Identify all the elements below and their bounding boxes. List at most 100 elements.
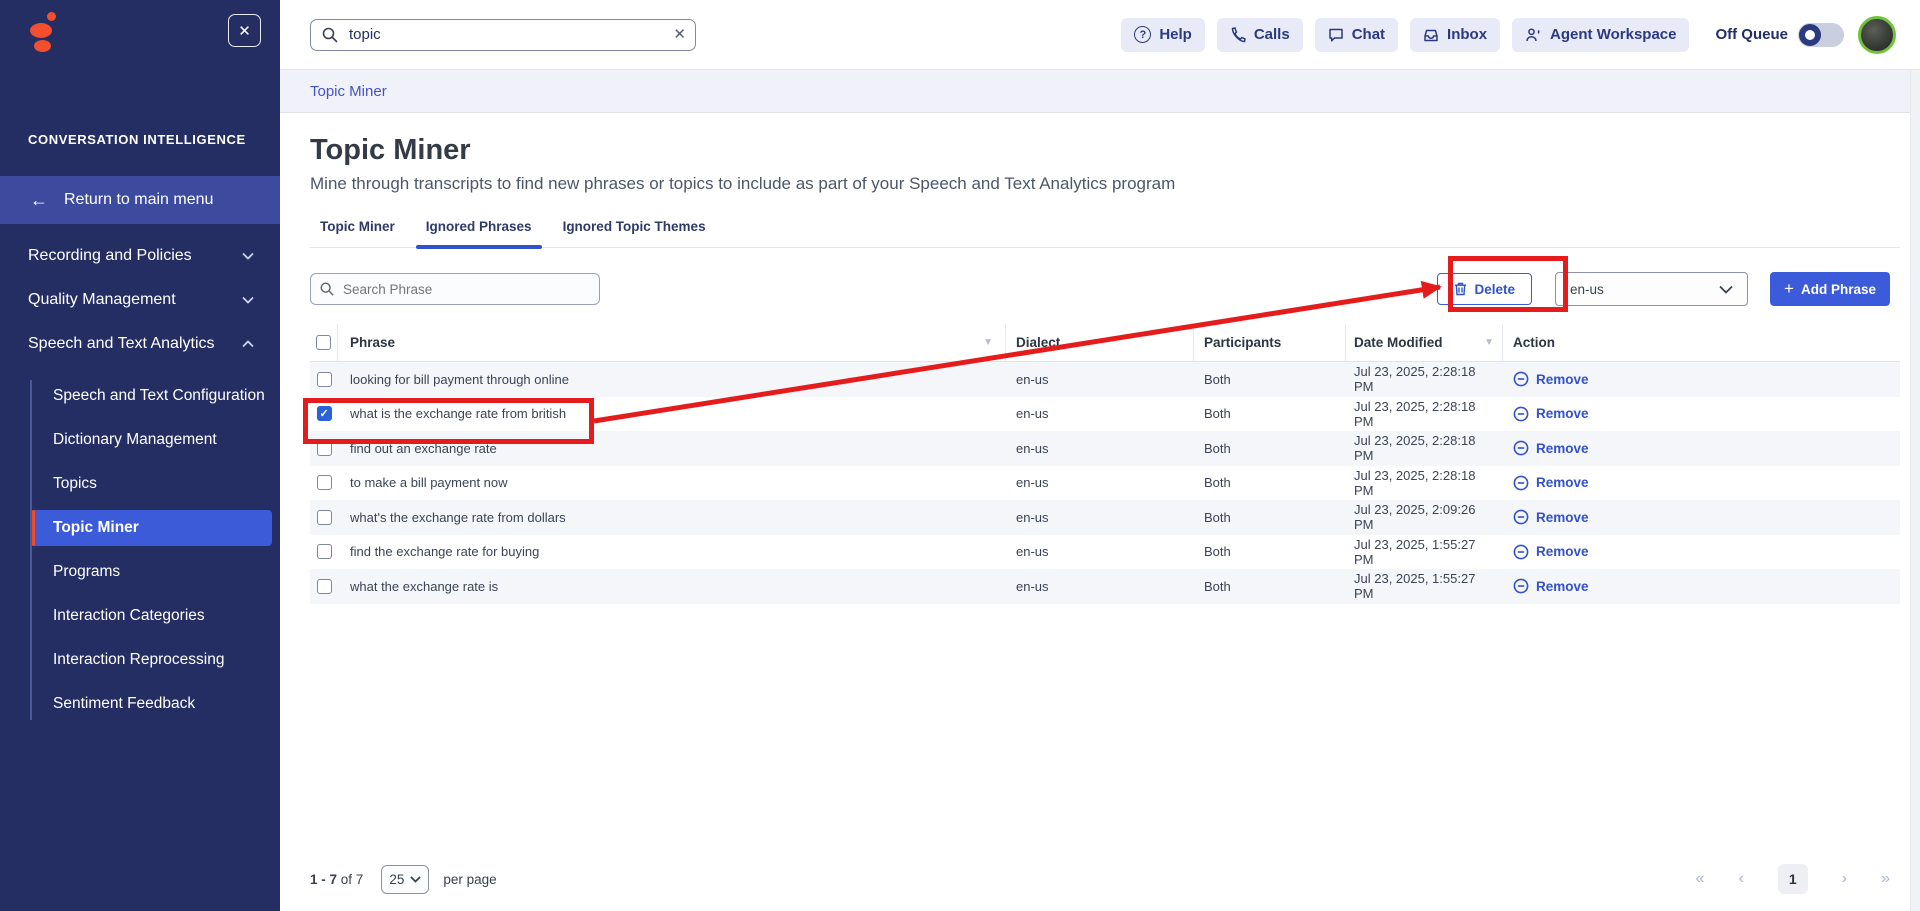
remove-button[interactable]: Remove — [1513, 371, 1890, 387]
sidebar-item-recording-and-policies[interactable]: Recording and Policies — [0, 234, 280, 278]
last-page-button[interactable]: » — [1881, 870, 1890, 888]
scrollbar-track[interactable] — [1910, 70, 1920, 911]
participants-cell: Both — [1194, 579, 1346, 594]
column-header-dialect[interactable]: Dialect — [1006, 324, 1194, 361]
remove-button[interactable]: Remove — [1513, 578, 1890, 594]
tab-ignored-phrases[interactable]: Ignored Phrases — [416, 219, 542, 247]
back-arrow-icon: ← — [30, 190, 48, 211]
remove-button[interactable]: Remove — [1513, 544, 1890, 560]
return-to-main-menu[interactable]: ← Return to main menu — [0, 176, 280, 224]
participants-cell: Both — [1194, 475, 1346, 490]
column-header-participants[interactable]: Participants — [1194, 324, 1346, 361]
sidebar-item-topic-miner[interactable]: Topic Miner — [0, 506, 280, 550]
chevron-down-icon — [410, 876, 421, 883]
breadcrumb: Topic Miner — [280, 70, 1920, 113]
search-icon — [321, 26, 339, 44]
chevron-down-icon — [242, 296, 254, 304]
remove-button[interactable]: Remove — [1513, 475, 1890, 491]
dialect-cell: en-us — [1006, 441, 1194, 456]
phrase-cell: to make a bill payment now — [350, 475, 508, 490]
remove-button[interactable]: Remove — [1513, 406, 1890, 422]
prev-page-button[interactable]: ‹ — [1738, 870, 1743, 888]
global-search-input[interactable] — [310, 19, 696, 51]
sidebar-item-quality-management[interactable]: Quality Management — [0, 278, 280, 322]
dialect-cell: en-us — [1006, 510, 1194, 525]
date-modified-cell: Jul 23, 2025, 2:28:18 PM — [1346, 468, 1503, 498]
column-header-date-modified[interactable]: Date Modified ▼ — [1346, 324, 1503, 361]
queue-status-toggle[interactable] — [1798, 23, 1844, 47]
page-title: Topic Miner — [310, 134, 1900, 167]
column-header-phrase[interactable]: Phrase ▼ — [338, 324, 1006, 361]
date-modified-cell: Jul 23, 2025, 2:28:18 PM — [1346, 364, 1503, 394]
per-page-select[interactable]: 25 — [381, 865, 429, 894]
select-all-checkbox[interactable] — [316, 335, 331, 350]
first-page-button[interactable]: « — [1696, 870, 1705, 888]
table-row: find out an exchange rate en-us Both Jul… — [310, 431, 1900, 466]
add-phrase-button[interactable]: + Add Phrase — [1770, 272, 1890, 306]
pagination-controls: « ‹ 1 › » — [1696, 864, 1890, 894]
sidebar-item-topics[interactable]: Topics — [0, 462, 280, 506]
chevron-up-icon — [242, 340, 254, 348]
sidebar-item-interaction-categories[interactable]: Interaction Categories — [0, 594, 280, 638]
chat-button[interactable]: Chat — [1315, 18, 1398, 52]
app-window: ✕ CONVERSATION INTELLIGENCE ← Return to … — [0, 0, 1920, 911]
sidebar-close-button[interactable]: ✕ — [228, 14, 261, 47]
participants-cell: Both — [1194, 406, 1346, 421]
remove-label: Remove — [1536, 510, 1589, 525]
dialect-cell: en-us — [1006, 372, 1194, 387]
minus-circle-icon — [1513, 509, 1529, 525]
clear-search-icon[interactable]: ✕ — [673, 25, 686, 43]
minus-circle-icon — [1513, 406, 1529, 422]
next-page-button[interactable]: › — [1842, 870, 1847, 888]
minus-circle-icon — [1513, 440, 1529, 456]
toggle-knob — [1799, 24, 1821, 46]
phrase-cell: find the exchange rate for buying — [350, 544, 539, 559]
pagination-range: 1 - 7 of 7 — [310, 872, 363, 887]
row-checkbox[interactable] — [317, 372, 332, 387]
row-checkbox[interactable] — [317, 510, 332, 525]
row-checkbox[interactable] — [317, 579, 332, 594]
search-icon — [319, 281, 335, 297]
tab-topic-miner[interactable]: Topic Miner — [310, 219, 405, 247]
chevron-down-icon — [1719, 285, 1733, 294]
table-row: find the exchange rate for buying en-us … — [310, 535, 1900, 570]
remove-button[interactable]: Remove — [1513, 440, 1890, 456]
row-checkbox[interactable] — [317, 475, 332, 490]
row-checkbox[interactable] — [317, 441, 332, 456]
off-queue-label: Off Queue — [1715, 26, 1788, 43]
sidebar-item-interaction-reprocessing[interactable]: Interaction Reprocessing — [0, 638, 280, 682]
remove-label: Remove — [1536, 579, 1589, 594]
sort-icon[interactable]: ▼ — [983, 337, 993, 348]
row-checkbox[interactable] — [317, 406, 332, 421]
sidebar-item-programs[interactable]: Programs — [0, 550, 280, 594]
date-modified-cell: Jul 23, 2025, 2:28:18 PM — [1346, 433, 1503, 463]
sort-icon[interactable]: ▼ — [1484, 337, 1494, 348]
calls-button[interactable]: Calls — [1217, 18, 1303, 52]
agent-workspace-button[interactable]: Agent Workspace — [1512, 18, 1689, 52]
sidebar-item-speech-and-text-analytics[interactable]: Speech and Text Analytics — [0, 322, 280, 366]
sidebar-item-dictionary-management[interactable]: Dictionary Management — [0, 418, 280, 462]
content: Topic Miner Mine through transcripts to … — [280, 113, 1920, 911]
user-avatar[interactable] — [1858, 16, 1896, 54]
sidebar-item-sentiment-feedback[interactable]: Sentiment Feedback — [0, 682, 280, 726]
off-queue-group: Off Queue — [1715, 23, 1844, 47]
inbox-button[interactable]: Inbox — [1410, 18, 1500, 52]
row-checkbox[interactable] — [317, 544, 332, 559]
participants-cell: Both — [1194, 544, 1346, 559]
sidebar-sections: Recording and Policies Quality Managemen… — [0, 234, 280, 366]
per-page-label: per page — [443, 872, 496, 887]
brand-logo-icon — [30, 12, 56, 52]
sidebar-item-speech-and-text-configuration[interactable]: Speech and Text Configuration — [0, 374, 280, 418]
minus-circle-icon — [1513, 578, 1529, 594]
breadcrumb-topic-miner[interactable]: Topic Miner — [310, 83, 387, 100]
plus-icon: + — [1784, 279, 1794, 299]
page-number-button[interactable]: 1 — [1778, 864, 1808, 894]
dialect-select[interactable]: en-us — [1555, 272, 1748, 306]
dialect-cell: en-us — [1006, 406, 1194, 421]
delete-button[interactable]: Delete — [1437, 273, 1533, 305]
phrase-search-input[interactable] — [310, 273, 600, 305]
remove-button[interactable]: Remove — [1513, 509, 1890, 525]
help-button[interactable]: ? Help — [1121, 18, 1205, 52]
minus-circle-icon — [1513, 544, 1529, 560]
tab-ignored-topic-themes[interactable]: Ignored Topic Themes — [553, 219, 716, 247]
